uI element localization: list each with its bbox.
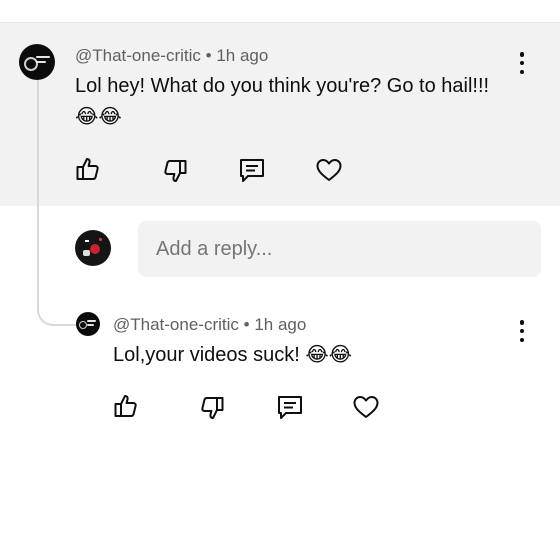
reply-author[interactable]: @That-one-critic: [113, 315, 239, 334]
comment-time: 1h ago: [216, 46, 269, 65]
comment-text-line1: Lol hey! What do you think you're? Go to…: [75, 75, 490, 97]
commenter-avatar[interactable]: [19, 44, 55, 80]
comment-author[interactable]: @That-one-critic: [75, 46, 201, 65]
reply-like-icon[interactable]: [112, 392, 140, 420]
dislike-icon[interactable]: [161, 157, 189, 185]
reply-meta: @That-one-critic • 1h ago: [113, 315, 306, 335]
reply-reply-icon[interactable]: [276, 393, 304, 421]
add-reply-input[interactable]: [138, 221, 541, 277]
current-user-avatar: [75, 230, 111, 266]
reply-thread-line: [37, 78, 77, 326]
heart-icon[interactable]: [315, 156, 343, 184]
reply-more-options-icon[interactable]: [519, 320, 525, 342]
header-title-fragment: [0, 0, 190, 4]
comment-meta: @That-one-critic • 1h ago: [75, 46, 268, 66]
reply-author-avatar[interactable]: [76, 312, 100, 336]
like-icon[interactable]: [74, 155, 102, 183]
comment-text: Lol hey! What do you think you're? Go to…: [75, 71, 515, 133]
page-header-remnant: [0, 0, 560, 23]
reply-time: 1h ago: [254, 315, 307, 334]
comment-more-options-icon[interactable]: [519, 52, 525, 74]
reply-separator: •: [243, 315, 250, 334]
comment-separator: •: [205, 46, 212, 65]
reply-dislike-icon[interactable]: [198, 394, 226, 422]
reply-icon[interactable]: [238, 156, 266, 184]
reply-heart-icon[interactable]: [352, 393, 380, 421]
comment-text-line2: 😂😂: [75, 106, 122, 128]
reply-text: Lol,your videos suck! 😂😂: [113, 344, 353, 366]
